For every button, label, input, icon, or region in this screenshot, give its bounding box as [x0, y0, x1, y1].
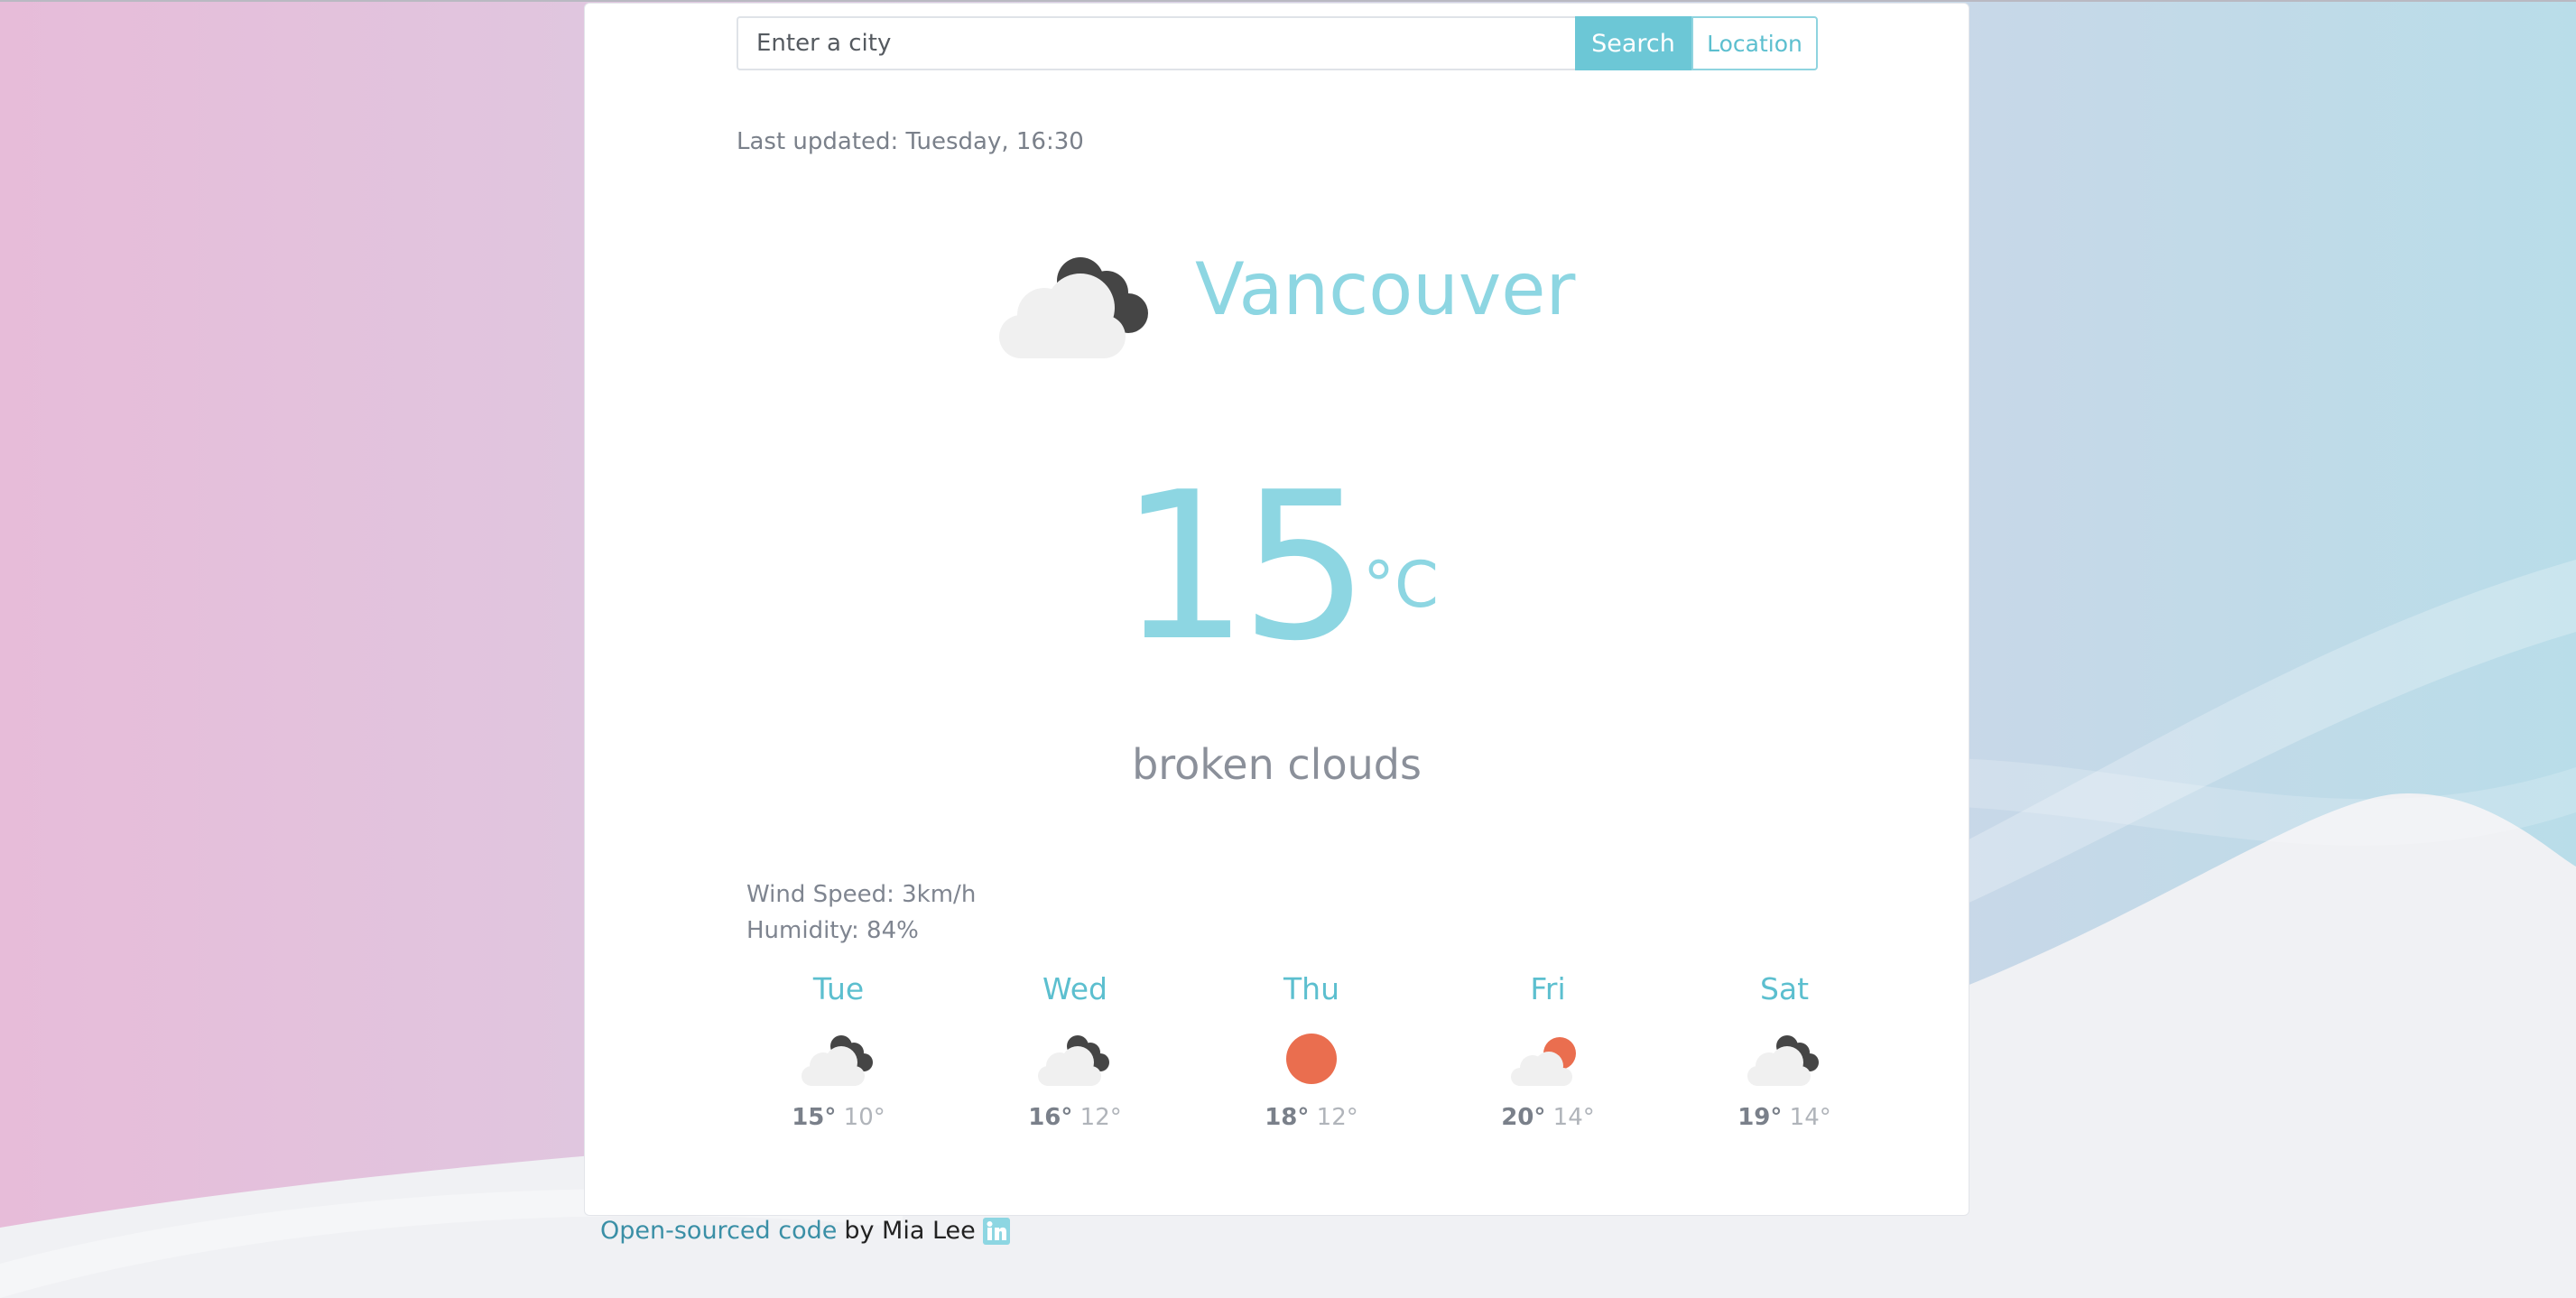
current-temperature: 15: [1119, 449, 1370, 686]
broken-clouds-icon: [802, 1035, 873, 1086]
weather-description: broken clouds: [1132, 740, 1422, 789]
forecast-temps: 18° 12°: [1221, 1104, 1402, 1131]
forecast-day-name: Fri: [1530, 971, 1566, 1006]
broken-clouds-icon: [999, 257, 1148, 358]
temperature-unit-celsius[interactable]: °C: [1363, 549, 1439, 621]
forecast-day-name: Wed: [1042, 971, 1107, 1006]
window-top-border: [0, 0, 2576, 2]
forecast-temps: 15° 10°: [748, 1104, 929, 1131]
forecast-high: 16°: [1028, 1104, 1073, 1131]
humidity: Humidity: 84%: [746, 917, 919, 944]
search-button[interactable]: Search: [1575, 16, 1691, 70]
forecast-day-name: Thu: [1283, 971, 1339, 1006]
wind-speed: Wind Speed: 3km/h: [746, 881, 977, 908]
city-search-input[interactable]: [737, 16, 1575, 70]
forecast-low: 12°: [1080, 1104, 1122, 1131]
author-credit: by Mia Lee: [844, 1217, 976, 1245]
forecast-row: Tue 15° 10° Wed 16° 12° Thu 18° 12° Fri: [748, 967, 1931, 1165]
forecast-low: 12°: [1316, 1104, 1358, 1131]
forecast-temps: 16° 12°: [985, 1104, 1165, 1131]
forecast-high: 15°: [792, 1104, 837, 1131]
location-button[interactable]: Location: [1691, 16, 1818, 70]
forecast-day-name: Tue: [812, 971, 865, 1006]
city-name: Vancouver: [1195, 247, 1576, 331]
open-source-link[interactable]: Open-sourced code: [600, 1217, 837, 1245]
forecast-low: 10°: [843, 1104, 885, 1131]
forecast-high: 18°: [1265, 1104, 1310, 1131]
forecast-high: 19°: [1737, 1104, 1783, 1131]
forecast-temps: 20° 14°: [1458, 1104, 1638, 1131]
footer: Open-sourced code by Mia Lee: [600, 1217, 1010, 1245]
linkedin-icon[interactable]: [982, 1217, 1010, 1245]
forecast-day: Tue 15° 10°: [748, 967, 929, 1131]
forecast-day: Sat 19° 14°: [1694, 967, 1875, 1131]
forecast-low: 14°: [1552, 1104, 1595, 1131]
last-updated-text: Last updated: Tuesday, 16:30: [737, 128, 1084, 155]
broken-clouds-icon: [1038, 1035, 1109, 1086]
sun-cloud-icon: [1511, 1037, 1576, 1086]
weather-card: Search Location Last updated: Tuesday, 1…: [584, 3, 1969, 1216]
forecast-day-name: Sat: [1759, 971, 1810, 1006]
forecast-day: Fri 20° 14°: [1458, 967, 1638, 1131]
search-form: Search Location: [737, 16, 1818, 70]
broken-clouds-icon: [1747, 1035, 1819, 1086]
forecast-day: Wed 16° 12°: [985, 967, 1165, 1131]
clear-sun-icon: [1286, 1034, 1337, 1084]
forecast-low: 14°: [1789, 1104, 1831, 1131]
weather-details: Wind Speed: 3km/h Humidity: 84%: [746, 876, 976, 949]
forecast-temps: 19° 14°: [1694, 1104, 1875, 1131]
forecast-high: 20°: [1501, 1104, 1546, 1131]
forecast-day: Thu 18° 12°: [1221, 967, 1402, 1131]
